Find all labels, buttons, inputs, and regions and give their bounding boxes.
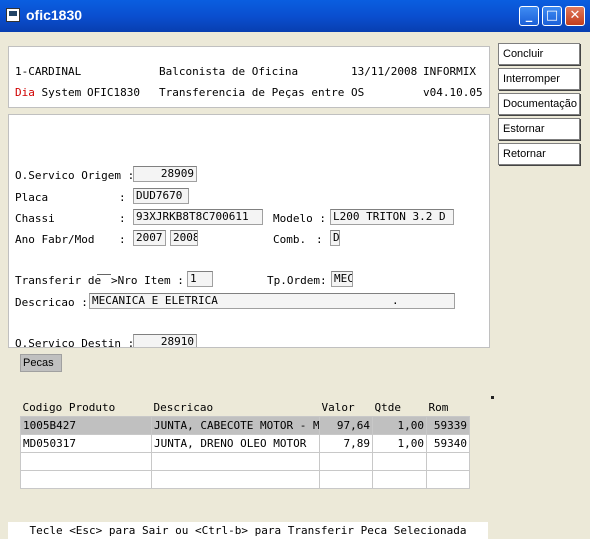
brand-rest: System (34, 86, 82, 99)
col-codigo: Codigo Produto (22, 400, 116, 414)
program-code: OFIC1830 (87, 86, 140, 99)
retornar-button[interactable]: Retornar (498, 143, 580, 165)
version: v04.10.05 (423, 86, 483, 99)
table-row-empty[interactable] (20, 452, 470, 471)
pecas-panel: Pecas Codigo Produto Descricao Valor Qtd… (8, 348, 488, 522)
modelo-field[interactable]: L200 TRITON 3.2 D (330, 209, 454, 225)
program-header: 1-CARDINAL Balconista de Oficina 13/11/2… (8, 46, 490, 108)
interromper-button[interactable]: Interromper (498, 68, 580, 90)
placa-colon: : (119, 191, 126, 204)
comb-label: Comb. (273, 233, 307, 246)
cell-rom: 59340 (426, 434, 470, 453)
table-row[interactable]: MD050317 JUNTA, DRENO OLEO MOTOR 7,89 1,… (20, 434, 470, 453)
cell-descricao: JUNTA, DRENO OLEO MOTOR (151, 434, 320, 453)
transfer-form: O.Servico Origem : 28909 Placa : DUD7670… (8, 114, 490, 348)
cell-qtde: 1,00 (372, 416, 427, 435)
table-row-empty[interactable] (20, 470, 470, 489)
close-icon[interactable]: ✕ (565, 6, 585, 26)
descricao-label: Descricao : (15, 296, 88, 309)
maximize-icon[interactable]: □ (542, 6, 562, 26)
concluir-button[interactable]: Concluir (498, 43, 580, 65)
descricao-cursor-dot: . (392, 294, 399, 307)
descricao-value: MECANICA E ELETRICA (92, 294, 218, 307)
nro-item-label: >Nro Item : (111, 274, 184, 287)
documentacao-button[interactable]: Documentação (498, 93, 580, 115)
placa-label: Placa (15, 191, 49, 204)
cell-rom: 59339 (426, 416, 470, 435)
descricao-field[interactable]: MECANICA E ELETRICA. (89, 293, 455, 309)
col-descricao: Descricao (153, 400, 214, 414)
cell-qtde: 1,00 (372, 434, 427, 453)
placa-field[interactable]: DUD7670 (133, 188, 189, 204)
estornar-button[interactable]: Estornar (498, 118, 580, 140)
ano-mod-field[interactable]: 2008 (170, 230, 198, 246)
database-name: INFORMIX (423, 65, 476, 78)
transferir-arrow-line (97, 274, 111, 276)
status-bar: Tecle <Esc> para Sair ou <Ctrl-b> para T… (8, 522, 488, 539)
ano-fabr-field[interactable]: 2007 (133, 230, 166, 246)
os-origem-field[interactable]: 28909 (133, 166, 197, 182)
cell-codigo: 1005B427 (20, 416, 152, 435)
os-destino-field[interactable]: 28910 (133, 334, 197, 347)
app-window-icon[interactable] (6, 8, 20, 22)
table-row[interactable]: 1005B427 JUNTA, CABECOTE MOTOR - MET 97,… (20, 416, 470, 435)
pecas-header-row: Codigo Produto Descricao Valor Qtde Rom (21, 398, 470, 417)
os-origem-label: O.Servico Origem : (15, 169, 135, 182)
transferir-label: Transferir de (15, 274, 102, 287)
cell-descricao: JUNTA, CABECOTE MOTOR - MET (151, 416, 320, 435)
pecas-tab[interactable]: Pecas (20, 354, 62, 372)
tp-ordem-field[interactable]: MEC (331, 271, 353, 287)
tp-ordem-label: Tp.Ordem: (267, 274, 327, 287)
cell-valor: 97,64 (319, 416, 373, 435)
company-name: 1-CARDINAL (15, 65, 82, 78)
window-title: ofic1830 (26, 7, 83, 23)
screen-title: Transferencia de Peças entre OS (159, 86, 365, 99)
current-date: 13/11/2008 (351, 65, 418, 78)
col-rom: Rom (428, 400, 449, 414)
resize-handle[interactable] (491, 396, 494, 399)
chassi-colon: : (119, 212, 126, 225)
brand-red: Dia (15, 86, 35, 99)
col-valor: Valor (321, 400, 355, 414)
os-destino-label: O.Servico Destin : (15, 337, 135, 348)
pecas-table: Codigo Produto Descricao Valor Qtde Rom … (20, 398, 470, 489)
ano-label: Ano Fabr/Mod (15, 233, 95, 246)
chassi-label: Chassi (15, 212, 55, 225)
cell-valor: 7,89 (319, 434, 373, 453)
col-qtde: Qtde (374, 400, 402, 414)
nro-item-field[interactable]: 1 (187, 271, 213, 287)
ano-colon: : (119, 233, 126, 246)
cell-codigo: MD050317 (20, 434, 152, 453)
user-role: Balconista de Oficina (159, 65, 299, 78)
title-bar: ofic1830 _ □ ✕ (0, 0, 590, 32)
comb-colon: : (316, 233, 323, 246)
modelo-label: Modelo : (273, 212, 326, 225)
comb-field[interactable]: D (330, 230, 340, 246)
chassi-field[interactable]: 93XJRKB8T8C700611 (133, 209, 263, 225)
minimize-icon[interactable]: _ (519, 6, 539, 26)
brand-logo: Dia System (15, 86, 81, 99)
